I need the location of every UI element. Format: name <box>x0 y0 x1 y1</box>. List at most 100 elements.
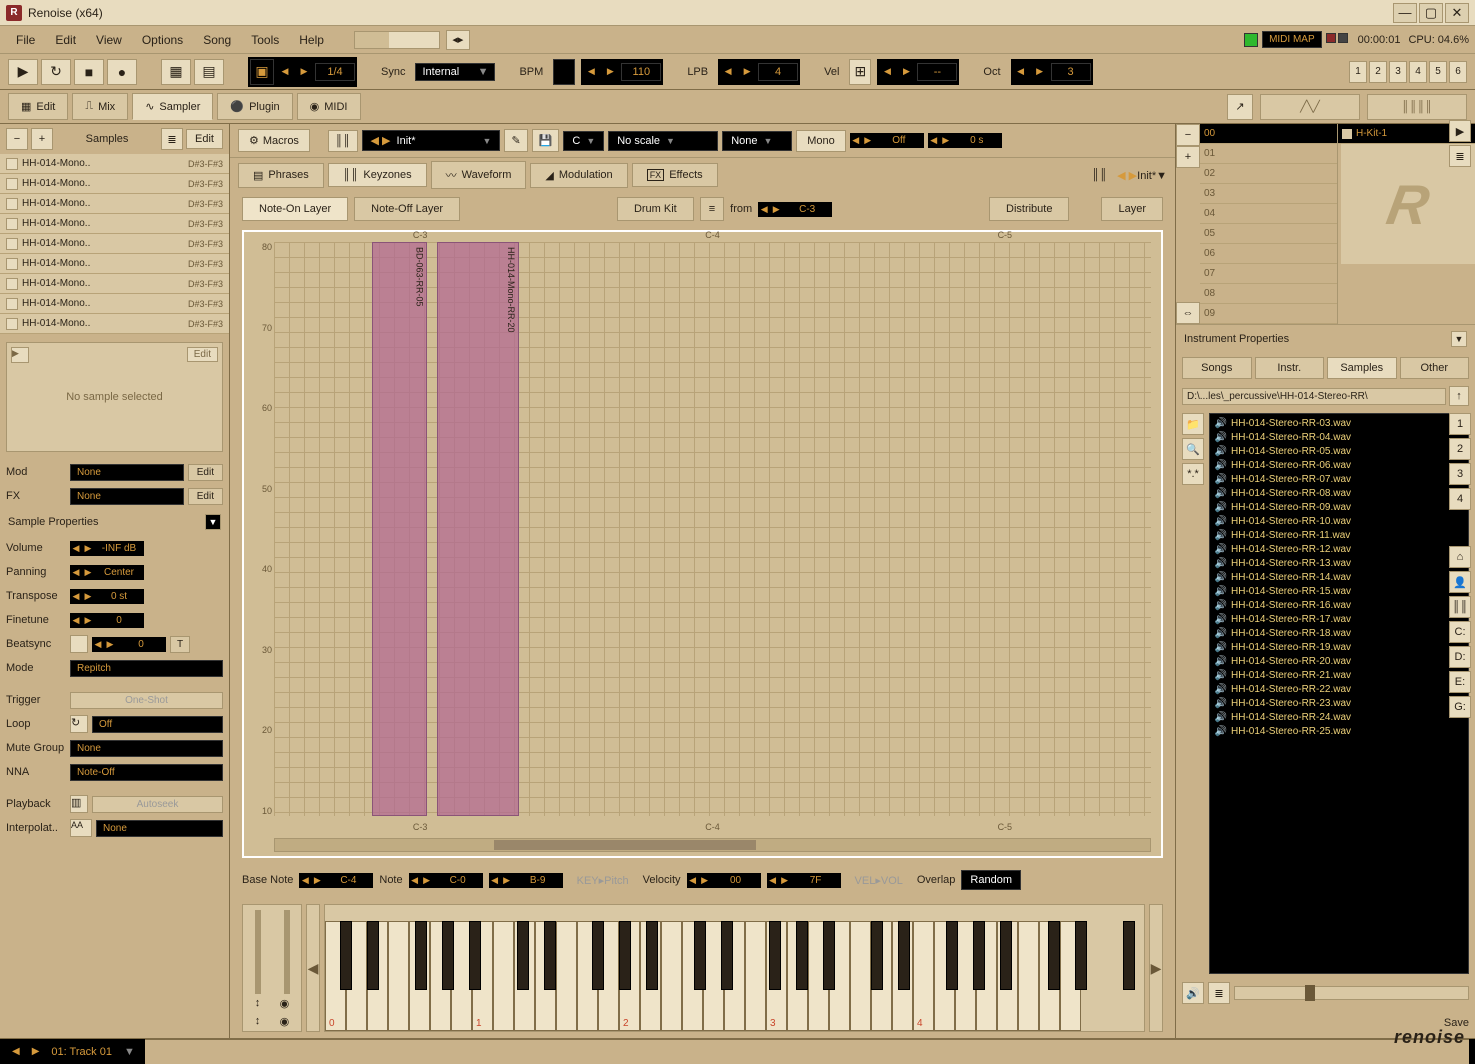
side-num-3[interactable]: 3 <box>1449 463 1471 485</box>
follow-button[interactable]: ▤ <box>194 59 224 85</box>
black-key[interactable] <box>871 921 883 990</box>
file-item[interactable]: 🔊HH-014-Stereo-RR-03.wav <box>1212 416 1466 430</box>
note-off-layer-button[interactable]: Note-Off Layer <box>354 197 460 221</box>
basenote-field[interactable]: ◀▶C-4 <box>299 873 373 888</box>
master-volume-slider[interactable] <box>354 31 440 49</box>
side-home-icon[interactable]: ⌂ <box>1449 546 1471 568</box>
preset-2[interactable]: 2 <box>1369 61 1387 83</box>
samples-list-icon[interactable]: ≣ <box>161 128 183 150</box>
interp-dropdown[interactable]: None <box>96 820 223 837</box>
drumkit-menu-icon[interactable]: ≡ <box>700 197 724 221</box>
sample-checkbox[interactable] <box>6 158 18 170</box>
tab-sampler[interactable]: ∿Sampler <box>132 93 213 120</box>
prehear-volume-slider[interactable] <box>1234 986 1469 1000</box>
scale-key-dropdown[interactable]: C▼ <box>563 131 604 151</box>
side-num-4[interactable]: 4 <box>1449 488 1471 510</box>
chord-dropdown[interactable]: None▼ <box>722 131 792 151</box>
piano-keyboard[interactable]: 01234 <box>324 904 1145 1032</box>
black-key[interactable] <box>898 921 910 990</box>
mode-dropdown[interactable]: Repitch <box>70 660 223 677</box>
preset-list-icon[interactable]: ║║ <box>328 130 358 152</box>
side-drive-e[interactable]: E: <box>1449 671 1471 693</box>
transpose-field[interactable]: ◀▶0 st <box>70 589 144 604</box>
black-key[interactable] <box>517 921 529 990</box>
sample-checkbox[interactable] <box>6 198 18 210</box>
preview-play-button[interactable]: ▶ <box>11 347 29 363</box>
piano-prev-octave[interactable]: ◀ <box>306 904 320 1032</box>
file-item[interactable]: 🔊HH-014-Stereo-RR-04.wav <box>1212 430 1466 444</box>
maximize-button[interactable]: ▢ <box>1419 3 1443 23</box>
prehear-icon[interactable]: 🔊 <box>1182 982 1204 1004</box>
sample-checkbox[interactable] <box>6 278 18 290</box>
sample-checkbox[interactable] <box>6 218 18 230</box>
play-button[interactable]: ▶ <box>8 59 38 85</box>
note-lo-field[interactable]: ◀▶C-0 <box>409 873 483 888</box>
pitch-icon[interactable]: ↕ <box>255 997 261 1010</box>
black-key[interactable] <box>367 921 379 990</box>
sample-checkbox[interactable] <box>6 298 18 310</box>
file-item[interactable]: 🔊HH-014-Stereo-RR-21.wav <box>1212 668 1466 682</box>
bpm-tap[interactable] <box>553 59 575 85</box>
auto-gain-icon[interactable]: ◂▸ <box>446 30 470 50</box>
tab-midi[interactable]: ◉MIDI <box>297 93 361 120</box>
vel-inc[interactable]: ▶ <box>898 61 914 83</box>
mutegroup-dropdown[interactable]: None <box>70 740 223 757</box>
preview-edit-button[interactable]: Edit <box>187 347 218 362</box>
keyzone-scrollbar[interactable] <box>274 838 1151 852</box>
mono-button[interactable]: Mono <box>796 130 846 152</box>
black-key[interactable] <box>946 921 958 990</box>
loop-button[interactable]: ▦ <box>161 59 191 85</box>
black-key[interactable] <box>619 921 631 990</box>
from-note-field[interactable]: ◀▶C-3 <box>758 202 832 217</box>
side-drive-d[interactable]: D: <box>1449 646 1471 668</box>
sample-item[interactable]: HH-014-Mono..D#3-F#3 <box>0 274 229 294</box>
preset-3[interactable]: 3 <box>1389 61 1407 83</box>
inst-slot-num[interactable]: 05 <box>1200 224 1337 244</box>
drumkit-button[interactable]: Drum Kit <box>617 197 694 221</box>
minimize-button[interactable]: — <box>1393 3 1417 23</box>
track-dropdown[interactable]: ▼ <box>118 1046 141 1058</box>
oct-inc[interactable]: ▶ <box>1032 61 1048 83</box>
vel-grid-icon[interactable]: ⊞ <box>849 59 871 85</box>
sample-checkbox[interactable] <box>6 178 18 190</box>
note-on-layer-button[interactable]: Note-On Layer <box>242 197 348 221</box>
keyzone-editor[interactable]: 8070605040302010 C-3C-4C-5 BD-063-RR-05H… <box>242 230 1163 858</box>
preset-edit-icon[interactable]: ✎ <box>504 129 527 152</box>
add-sample-button[interactable]: + <box>31 128 53 150</box>
sample-checkbox[interactable] <box>6 258 18 270</box>
black-key[interactable] <box>796 921 808 990</box>
file-item[interactable]: 🔊HH-014-Stereo-RR-12.wav <box>1212 542 1466 556</box>
aa-button[interactable]: AA <box>70 819 92 837</box>
distribute-button[interactable]: Distribute <box>989 197 1069 221</box>
subtab-waveform[interactable]: 〰Waveform <box>431 161 527 189</box>
keypitch-button[interactable]: KEY▸Pitch <box>569 870 637 891</box>
side-list-icon[interactable]: ≣ <box>1449 145 1471 167</box>
black-key[interactable] <box>646 921 658 990</box>
oct-value[interactable]: 3 <box>1051 63 1091 81</box>
file-item[interactable]: 🔊HH-014-Stereo-RR-05.wav <box>1212 444 1466 458</box>
file-item[interactable]: 🔊HH-014-Stereo-RR-08.wav <box>1212 486 1466 500</box>
side-user-icon[interactable]: 👤 <box>1449 571 1471 593</box>
keyzone-block[interactable]: BD-063-RR-05 <box>372 242 427 816</box>
side-expand-icon[interactable]: ▶ <box>1449 120 1471 142</box>
detach-button[interactable]: ↗ <box>1227 94 1253 120</box>
bpm-dec[interactable]: ◀ <box>583 61 599 83</box>
trigger-button[interactable]: One-Shot <box>70 692 223 709</box>
browser-tab-instr[interactable]: Instr. <box>1255 357 1325 379</box>
black-key[interactable] <box>1048 921 1060 990</box>
finetune-field[interactable]: ◀▶0 <box>70 613 144 628</box>
browser-tab-samples[interactable]: Samples <box>1327 357 1397 379</box>
black-key[interactable] <box>823 921 835 990</box>
midi-map-button[interactable]: MIDI MAP <box>1262 31 1322 48</box>
beatsync-toggle[interactable] <box>70 635 88 653</box>
menu-song[interactable]: Song <box>193 29 241 51</box>
bpm-inc[interactable]: ▶ <box>602 61 618 83</box>
black-key[interactable] <box>694 921 706 990</box>
aftertouch-icon[interactable]: ◉ <box>280 1015 290 1028</box>
black-key[interactable] <box>973 921 985 990</box>
play-pattern-button[interactable]: ↻ <box>41 59 71 85</box>
remove-sample-button[interactable]: − <box>6 128 28 150</box>
preset-dropdown[interactable]: ◀ ▶Init*▼ <box>362 130 501 151</box>
black-key[interactable] <box>1123 921 1135 990</box>
phrase-list-icon[interactable]: ║║ <box>1086 165 1114 185</box>
